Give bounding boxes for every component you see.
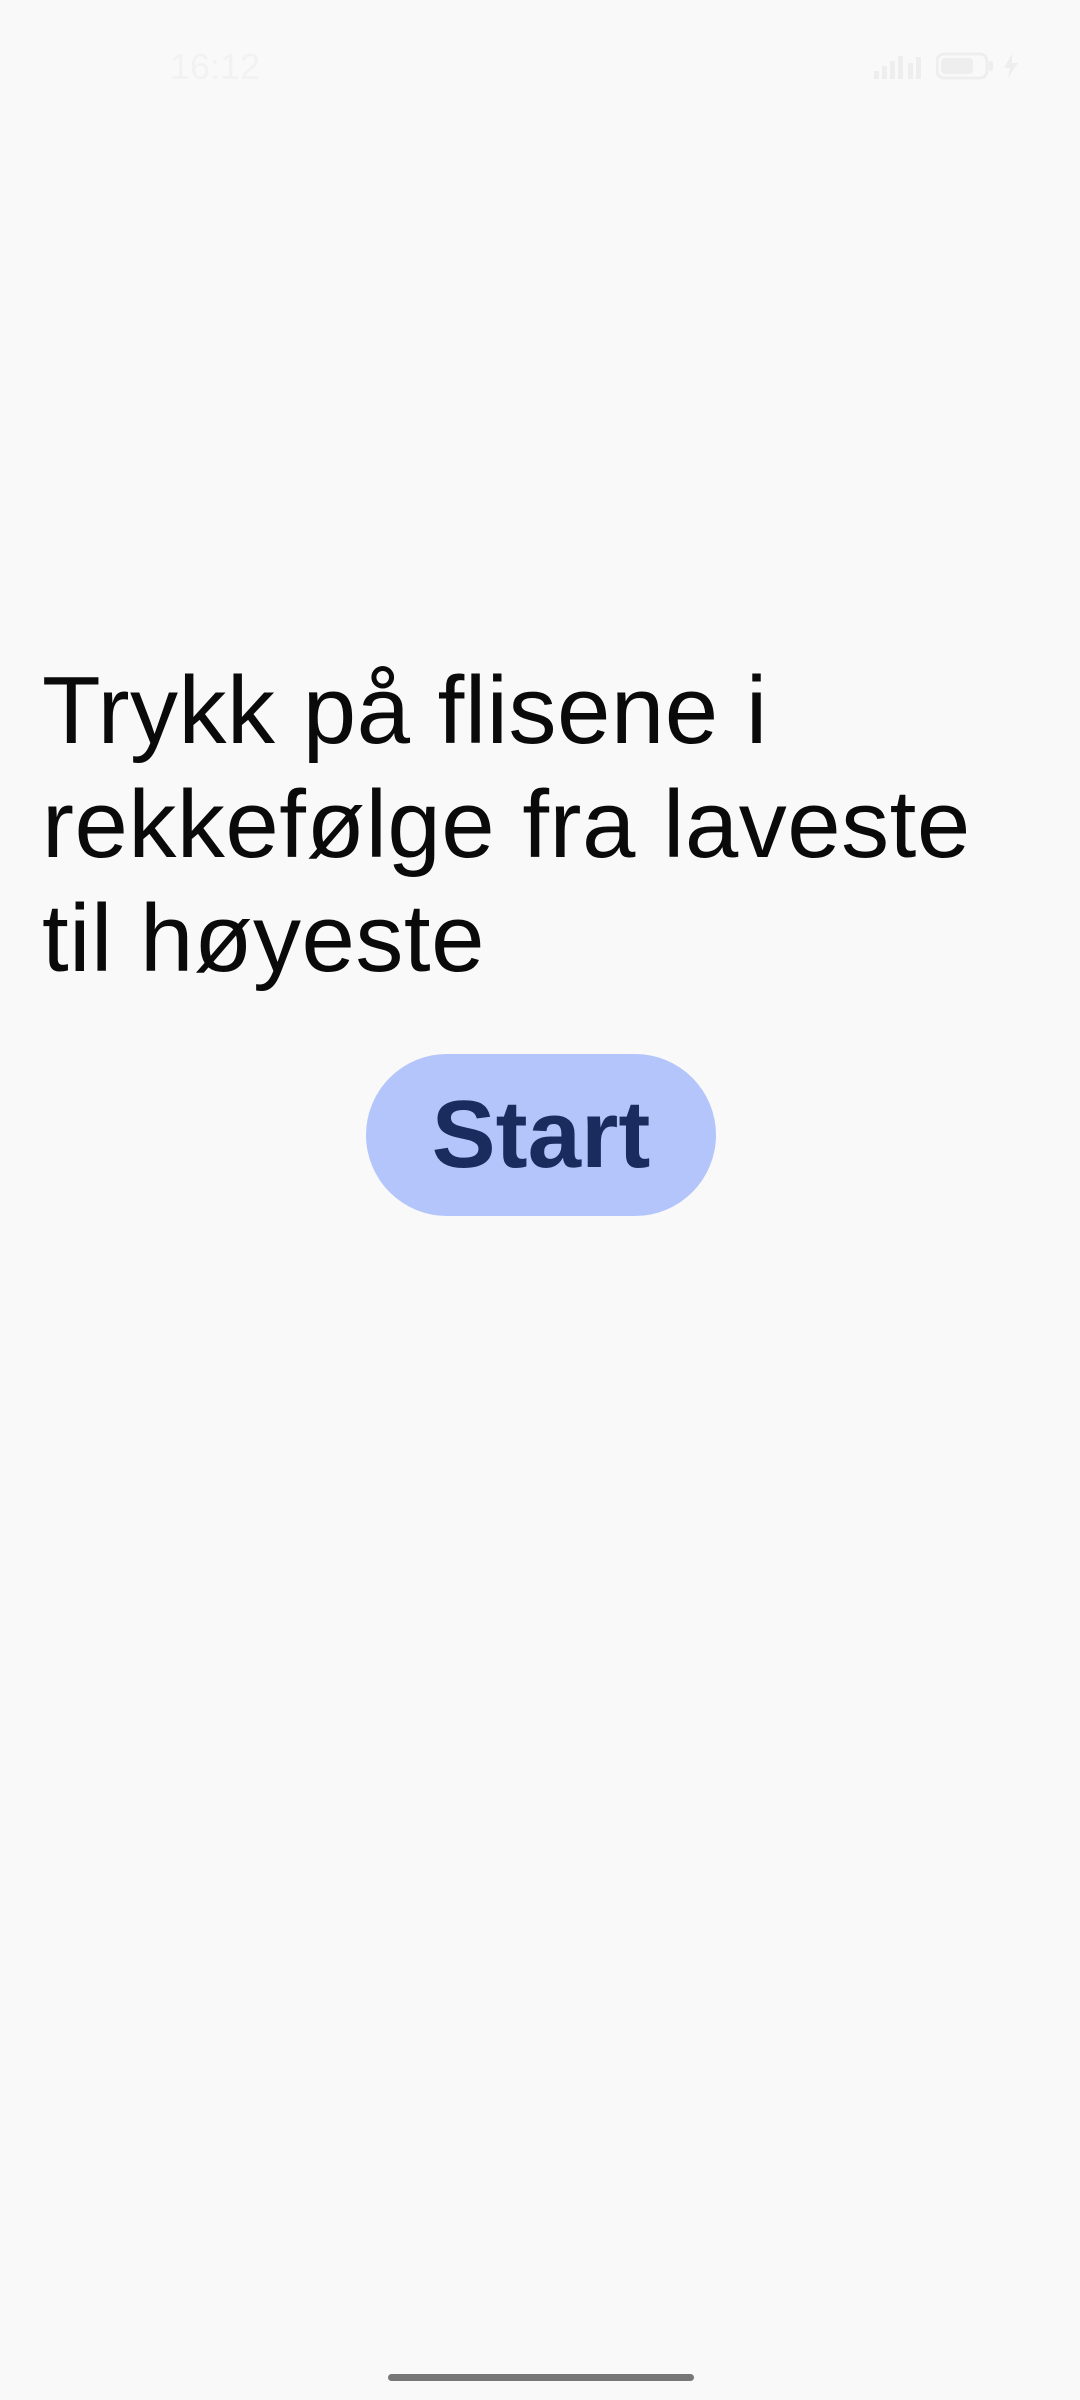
status-time: 16:12 (170, 46, 261, 87)
app-screen: 16:12 Trykk på flisene i rekkefølge fra … (0, 0, 1080, 2400)
instruction-text: Trykk på flisene i rekkefølge fra lavest… (42, 657, 971, 992)
charging-icon (1004, 54, 1018, 78)
status-icons (874, 52, 1018, 80)
battery-icon (936, 52, 993, 80)
gesture-navigation-bar[interactable] (388, 2374, 694, 2381)
status-bar: 16:12 (0, 0, 1080, 130)
start-button[interactable]: Start (366, 1054, 716, 1216)
signal-icon (874, 56, 921, 79)
